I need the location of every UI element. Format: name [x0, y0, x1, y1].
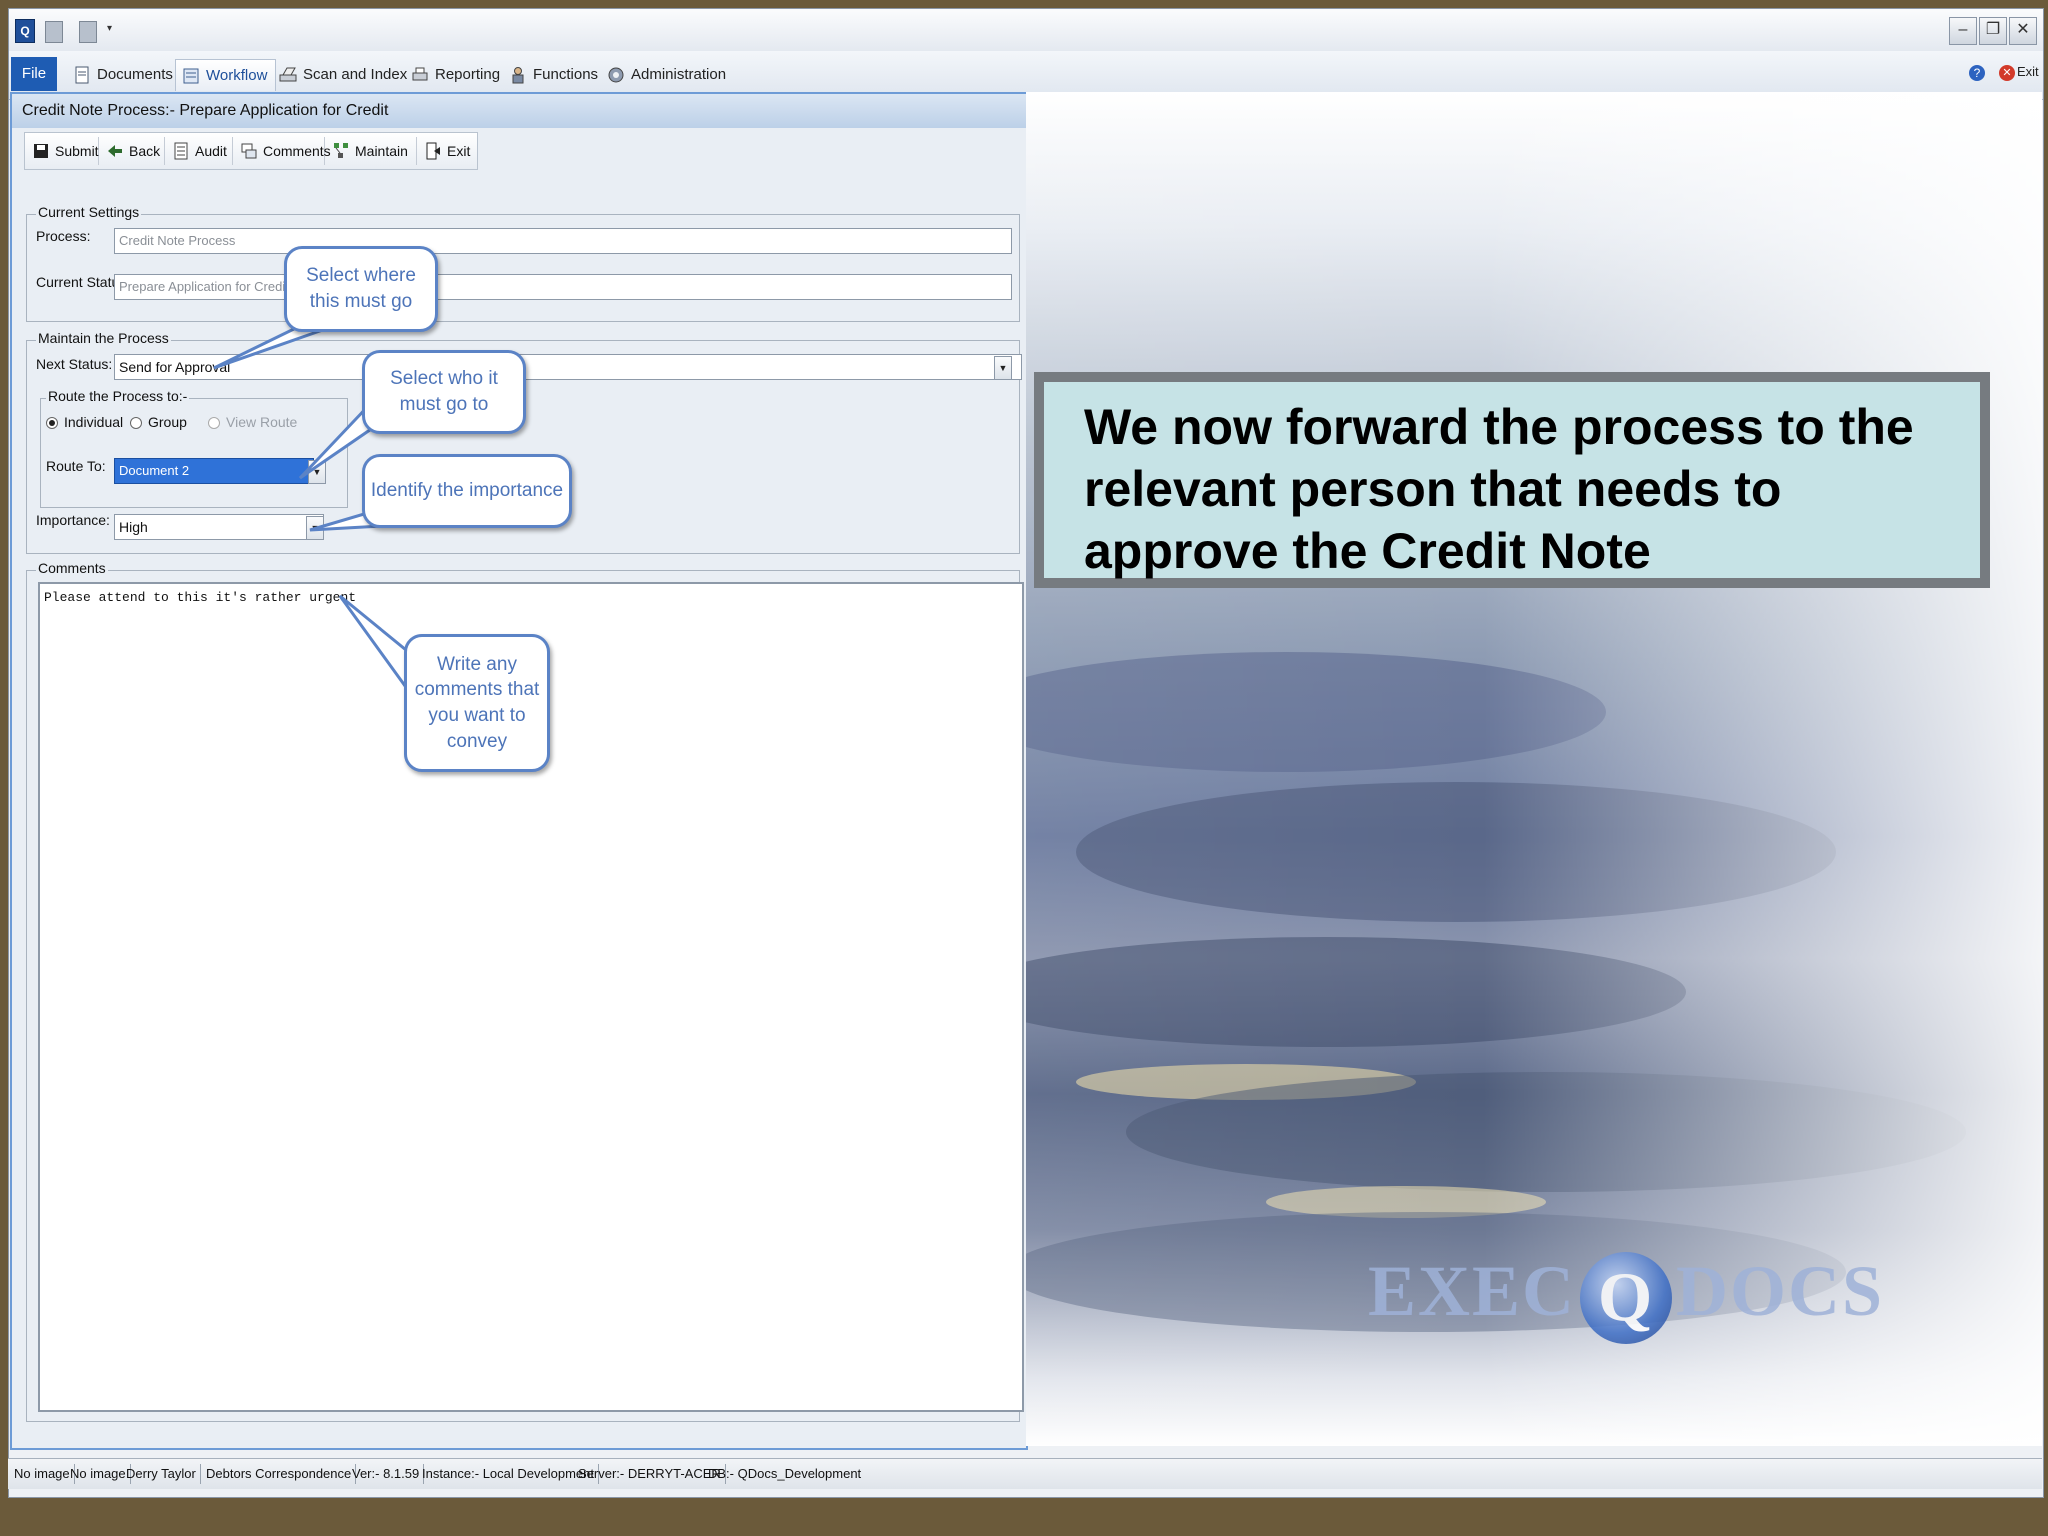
maintain-flow-icon [334, 143, 348, 158]
quick-access-dropdown-icon[interactable]: ▾ [107, 23, 112, 34]
current-settings-legend: Current Settings [36, 204, 142, 220]
tab-scan-and-index-label: Scan and Index [303, 66, 408, 83]
status-instance: Instance:- Local Development [418, 1464, 599, 1484]
comments-legend: Comments [36, 560, 108, 576]
quick-access-open-icon[interactable] [79, 21, 97, 43]
importance-chevron-down-icon[interactable]: ▼ [306, 516, 324, 540]
back-arrow-icon [108, 145, 122, 157]
group-radio-label: Group [148, 414, 187, 430]
tab-documents-label: Documents [97, 66, 173, 83]
status-department: Debtors Correspondence [202, 1464, 357, 1484]
importance-label: Importance: [36, 512, 110, 528]
status-version: Ver:- 8.1.59 [348, 1464, 425, 1484]
status-database: DB:- QDocs_Development [708, 1466, 862, 1481]
view-route-radio-label: View Route [226, 414, 298, 430]
minimize-button[interactable]: – [1949, 17, 1977, 45]
tab-functions-label: Functions [533, 66, 599, 83]
title-bar: Q ▾ – ❐ ✕ [9, 9, 2043, 51]
gear-icon [608, 67, 624, 83]
exit-door-icon [426, 142, 440, 160]
tab-file[interactable]: File [11, 57, 57, 91]
tab-workflow[interactable]: Workflow [175, 59, 277, 91]
comments-label: Comments [263, 143, 331, 159]
logo-text-right: DOCS [1676, 1251, 1885, 1331]
maintain-process-legend: Maintain the Process [36, 330, 171, 346]
exit-label: Exit [447, 143, 471, 159]
tab-functions[interactable]: Functions [503, 59, 606, 91]
next-status-label: Next Status: [36, 356, 113, 372]
next-status-select[interactable]: Send for Approval [114, 354, 1022, 380]
comments-button[interactable]: Comments [235, 137, 331, 165]
route-to-chevron-down-icon[interactable]: ▼ [308, 460, 326, 484]
individual-radio-label: Individual [64, 414, 124, 430]
audit-list-icon [174, 142, 188, 160]
tab-reporting[interactable]: Reporting [405, 59, 508, 91]
scanner-icon [279, 67, 297, 82]
help-icon[interactable]: ? [1969, 65, 1985, 81]
logo-text-left: EXEC [1368, 1251, 1577, 1331]
next-status-chevron-down-icon[interactable]: ▼ [994, 356, 1012, 380]
process-field[interactable]: Credit Note Process [114, 228, 1012, 254]
audit-button[interactable]: Audit [167, 137, 233, 165]
maintain-label: Maintain [355, 143, 408, 159]
callout-comments: Write any comments that you want to conv… [404, 634, 550, 772]
sky-fade-overlay [1026, 92, 2042, 1446]
audit-label: Audit [195, 143, 227, 159]
tab-documents[interactable]: Documents [67, 59, 181, 91]
callout-who: Select who it must go to [362, 350, 526, 434]
sky-background-image [1026, 92, 2042, 1446]
tab-administration-label: Administration [631, 66, 727, 83]
process-label: Process: [36, 228, 91, 244]
restore-button[interactable]: ❐ [1979, 17, 2007, 45]
tab-scan-and-index[interactable]: Scan and Index [273, 59, 415, 91]
message-box: We now forward the process to the releva… [1034, 372, 1990, 588]
save-icon [34, 144, 48, 158]
logo-q-icon: Q [1580, 1252, 1673, 1345]
status-user: Derry Taylor [122, 1464, 201, 1484]
document-icon [75, 66, 89, 84]
tab-workflow-label: Workflow [206, 67, 268, 84]
functions-user-icon [512, 67, 524, 84]
app-logo-icon: Q [15, 19, 35, 43]
group-radio[interactable] [130, 417, 142, 429]
individual-radio[interactable] [46, 417, 58, 429]
exit-button[interactable]: Exit [419, 137, 475, 165]
tab-reporting-label: Reporting [435, 66, 501, 83]
status-bar: No image No image Derry Taylor Debtors C… [8, 1458, 2042, 1489]
importance-select[interactable]: High [114, 514, 324, 540]
back-button[interactable]: Back [101, 137, 165, 165]
workflow-icon [183, 68, 199, 84]
route-legend: Route the Process to:- [46, 388, 190, 404]
status-image-2: No image [66, 1464, 131, 1484]
execqdocs-logo: EXEC Q DOCS [1368, 1250, 1885, 1345]
comments-icon [241, 143, 257, 159]
form-toolbar: Submit Back Audit Comments Maintain Exit [24, 132, 478, 170]
printer-icon [412, 67, 428, 81]
maintain-button[interactable]: Maintain [327, 137, 417, 165]
status-image-1: No image [10, 1464, 75, 1484]
view-route-radio[interactable] [208, 417, 220, 429]
panel-title: Credit Note Process:- Prepare Applicatio… [12, 94, 1026, 128]
tab-administration[interactable]: Administration [601, 59, 734, 91]
close-button[interactable]: ✕ [2009, 17, 2037, 45]
submit-label: Submit [55, 143, 99, 159]
exit-app-label[interactable]: Exit [2017, 64, 2039, 79]
route-to-label: Route To: [46, 458, 106, 474]
message-text: We now forward the process to the releva… [1044, 382, 1980, 579]
submit-button[interactable]: Submit [27, 137, 99, 165]
callout-where: Select where this must go [284, 246, 438, 332]
callout-importance: Identify the importance [362, 454, 572, 528]
current-status-field[interactable]: Prepare Application for Credit [114, 274, 1012, 300]
quick-access-new-icon[interactable] [45, 21, 63, 43]
back-label: Back [129, 143, 161, 159]
exit-app-icon[interactable]: ✕ [1999, 65, 2015, 81]
route-to-select[interactable]: Document 2 [114, 458, 314, 484]
